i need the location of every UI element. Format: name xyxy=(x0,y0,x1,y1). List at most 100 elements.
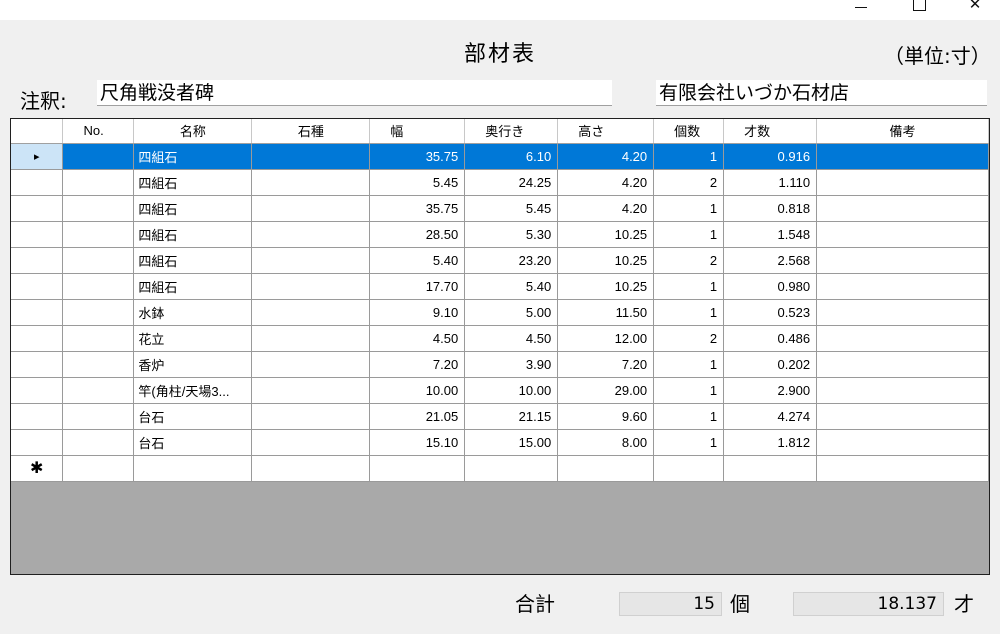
cell-no[interactable] xyxy=(62,221,135,248)
column-header-depth[interactable]: 奥行き xyxy=(464,119,559,144)
cell-memo[interactable] xyxy=(816,325,989,352)
cell-stone[interactable] xyxy=(251,377,371,404)
cell-sai[interactable]: 0.486 xyxy=(723,325,818,352)
cell-height[interactable]: 29.00 xyxy=(557,377,655,404)
cell-width[interactable]: 9.10 xyxy=(369,299,466,326)
table-row[interactable]: 水鉢 9.10 5.00 11.50 1 0.523 xyxy=(11,299,989,326)
table-row[interactable]: 花立 4.50 4.50 12.00 2 0.486 xyxy=(11,325,989,352)
row-header[interactable] xyxy=(11,273,64,300)
cell-no[interactable] xyxy=(62,429,135,456)
cell-height[interactable]: 4.20 xyxy=(557,169,655,196)
cell-qty[interactable]: 1 xyxy=(653,377,725,404)
column-header-width[interactable]: 幅 xyxy=(369,119,466,144)
cell-sai[interactable]: 1.548 xyxy=(723,221,818,248)
column-header-height[interactable]: 高さ xyxy=(557,119,655,144)
cell-width[interactable]: 35.75 xyxy=(369,195,466,222)
cell-sai[interactable]: 1.812 xyxy=(723,429,818,456)
cell-memo[interactable] xyxy=(816,143,989,170)
minimize-button[interactable] xyxy=(846,0,876,12)
cell-sai[interactable]: 1.110 xyxy=(723,169,818,196)
cell-no[interactable] xyxy=(62,169,135,196)
table-row[interactable]: ▸ 四組石 35.75 6.10 4.20 1 0.916 xyxy=(11,143,989,170)
cell-memo[interactable] xyxy=(816,169,989,196)
cell-name[interactable]: 四組石 xyxy=(133,143,253,170)
table-row[interactable]: 竿(角柱/天場3... 10.00 10.00 29.00 1 2.900 xyxy=(11,377,989,404)
new-row-cell[interactable] xyxy=(133,455,253,482)
row-header[interactable] xyxy=(11,351,64,378)
new-row-cell[interactable] xyxy=(557,455,655,482)
cell-name[interactable]: 四組石 xyxy=(133,273,253,300)
cell-name[interactable]: 香炉 xyxy=(133,351,253,378)
table-row[interactable]: 四組石 35.75 5.45 4.20 1 0.818 xyxy=(11,195,989,222)
cell-stone[interactable] xyxy=(251,221,371,248)
cell-qty[interactable]: 1 xyxy=(653,273,725,300)
cell-depth[interactable]: 21.15 xyxy=(464,403,559,430)
materials-grid[interactable]: No. 名称 石種 幅 奥行き 高さ 個数 才数 備考 ▸ 四組石 35.75 6.1… xyxy=(10,118,990,575)
cell-height[interactable]: 7.20 xyxy=(557,351,655,378)
cell-height[interactable]: 10.25 xyxy=(557,273,655,300)
cell-no[interactable] xyxy=(62,143,135,170)
cell-sai[interactable]: 2.900 xyxy=(723,377,818,404)
new-row-cell[interactable] xyxy=(723,455,818,482)
cell-no[interactable] xyxy=(62,325,135,352)
cell-stone[interactable] xyxy=(251,273,371,300)
column-header-no[interactable]: No. xyxy=(62,119,135,144)
cell-depth[interactable]: 24.25 xyxy=(464,169,559,196)
cell-qty[interactable]: 1 xyxy=(653,195,725,222)
table-row[interactable]: 四組石 5.45 24.25 4.20 2 1.110 xyxy=(11,169,989,196)
row-header[interactable] xyxy=(11,403,64,430)
row-header[interactable] xyxy=(11,195,64,222)
cell-depth[interactable]: 5.00 xyxy=(464,299,559,326)
cell-qty[interactable]: 1 xyxy=(653,221,725,248)
cell-stone[interactable] xyxy=(251,351,371,378)
cell-memo[interactable] xyxy=(816,351,989,378)
cell-depth[interactable]: 23.20 xyxy=(464,247,559,274)
new-row-cell[interactable] xyxy=(251,455,371,482)
cell-width[interactable]: 17.70 xyxy=(369,273,466,300)
cell-sai[interactable]: 0.202 xyxy=(723,351,818,378)
cell-name[interactable]: 四組石 xyxy=(133,195,253,222)
cell-no[interactable] xyxy=(62,273,135,300)
cell-memo[interactable] xyxy=(816,429,989,456)
cell-stone[interactable] xyxy=(251,247,371,274)
cell-sai[interactable]: 2.568 xyxy=(723,247,818,274)
column-header-qty[interactable]: 個数 xyxy=(653,119,725,144)
row-header[interactable]: ✱ xyxy=(11,455,64,482)
cell-no[interactable] xyxy=(62,403,135,430)
row-header[interactable] xyxy=(11,247,64,274)
cell-stone[interactable] xyxy=(251,195,371,222)
cell-name[interactable]: 花立 xyxy=(133,325,253,352)
table-row[interactable]: 四組石 5.40 23.20 10.25 2 2.568 xyxy=(11,247,989,274)
column-header-stone[interactable]: 石種 xyxy=(251,119,371,144)
row-header[interactable] xyxy=(11,169,64,196)
cell-no[interactable] xyxy=(62,299,135,326)
cell-width[interactable]: 21.05 xyxy=(369,403,466,430)
cell-memo[interactable] xyxy=(816,221,989,248)
new-row-cell[interactable] xyxy=(816,455,989,482)
cell-memo[interactable] xyxy=(816,377,989,404)
cell-sai[interactable]: 0.818 xyxy=(723,195,818,222)
cell-no[interactable] xyxy=(62,247,135,274)
cell-memo[interactable] xyxy=(816,195,989,222)
cell-no[interactable] xyxy=(62,351,135,378)
cell-no[interactable] xyxy=(62,377,135,404)
cell-name[interactable]: 水鉢 xyxy=(133,299,253,326)
cell-depth[interactable]: 5.30 xyxy=(464,221,559,248)
cell-memo[interactable] xyxy=(816,273,989,300)
cell-name[interactable]: 台石 xyxy=(133,429,253,456)
table-row[interactable]: 四組石 17.70 5.40 10.25 1 0.980 xyxy=(11,273,989,300)
cell-stone[interactable] xyxy=(251,299,371,326)
table-row[interactable]: 四組石 28.50 5.30 10.25 1 1.548 xyxy=(11,221,989,248)
new-row-cell[interactable] xyxy=(62,455,135,482)
cell-stone[interactable] xyxy=(251,325,371,352)
cell-width[interactable]: 7.20 xyxy=(369,351,466,378)
note-field[interactable]: 尺角戦没者碑 xyxy=(97,80,612,106)
cell-depth[interactable]: 10.00 xyxy=(464,377,559,404)
cell-height[interactable]: 10.25 xyxy=(557,221,655,248)
cell-qty[interactable]: 1 xyxy=(653,429,725,456)
cell-qty[interactable]: 2 xyxy=(653,325,725,352)
cell-no[interactable] xyxy=(62,195,135,222)
cell-depth[interactable]: 5.45 xyxy=(464,195,559,222)
new-row-cell[interactable] xyxy=(369,455,466,482)
cell-width[interactable]: 5.45 xyxy=(369,169,466,196)
